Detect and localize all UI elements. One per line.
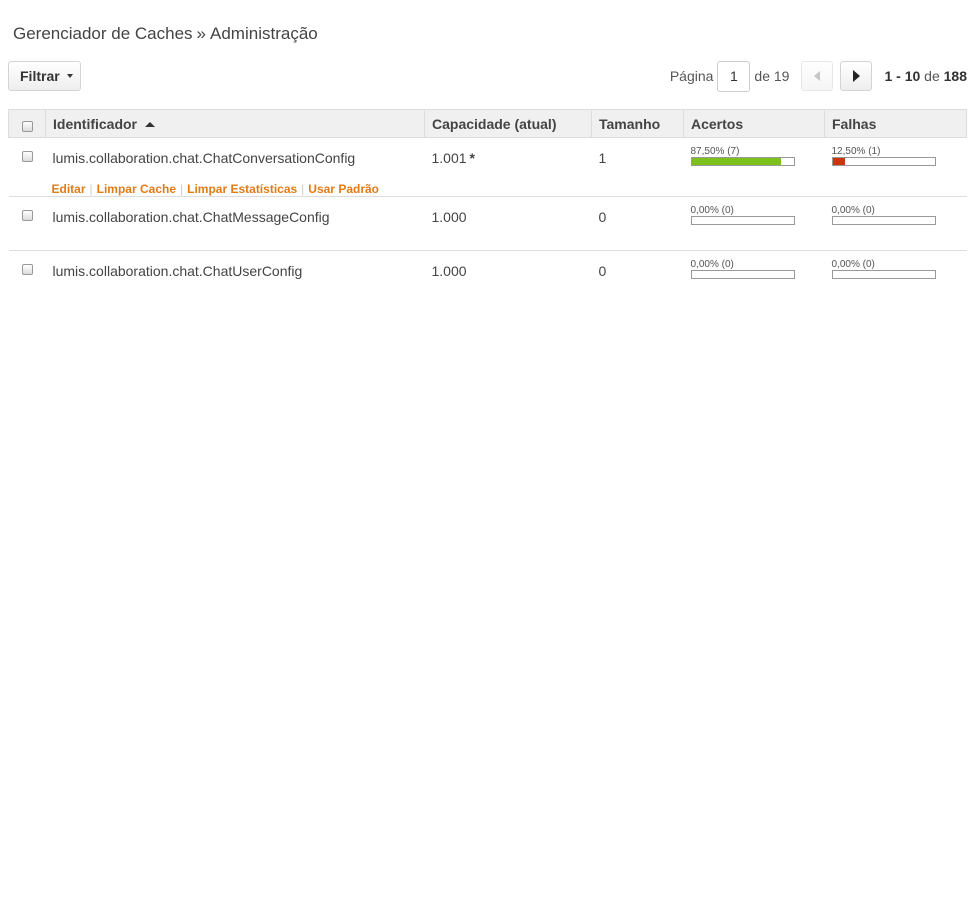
filter-label: Filtrar	[20, 68, 60, 84]
column-header-size[interactable]: Tamanho	[591, 109, 684, 138]
row-checkbox[interactable]	[21, 210, 33, 221]
caret-down-icon	[66, 74, 73, 78]
header-label: Identificador	[53, 115, 138, 132]
header-label: Falhas	[832, 115, 877, 132]
column-header-hits[interactable]: Acertos	[683, 109, 825, 138]
hits-meter	[690, 157, 795, 166]
size-value: 0	[598, 263, 607, 279]
capacity-value: 1.000	[431, 263, 467, 279]
table-row: lumis.collaboration.chat.ChatConversatio…	[8, 137, 967, 197]
capacity-flag: *	[469, 150, 475, 166]
size-value: 0	[598, 209, 607, 225]
breadcrumb: Gerenciador de Caches» Administração	[13, 24, 318, 44]
result-range: 1 - 10 de 188	[884, 68, 967, 84]
range-value: 1 - 10	[884, 68, 921, 84]
use-default-link[interactable]: Usar Padrão	[308, 182, 379, 196]
page-number-input[interactable]	[717, 60, 751, 92]
capacity-value: 1.001	[431, 150, 467, 166]
hits-meter	[690, 270, 795, 279]
hits-meter	[690, 216, 795, 225]
header-label: Capacidade (atual)	[432, 115, 557, 132]
capacity-cell: 1.001 *	[424, 137, 592, 197]
misses-cell: 12,50% (1)	[824, 137, 967, 197]
pagination: Página de 19 1 - 10 de 188	[670, 60, 967, 92]
page-label: Página	[669, 68, 714, 84]
row-checkbox[interactable]	[21, 151, 33, 162]
clear-cache-link[interactable]: Limpar Cache	[97, 182, 176, 196]
row-select-cell	[8, 137, 46, 197]
row-select-cell	[8, 196, 46, 251]
misses-cell: 0,00% (0)	[825, 251, 967, 305]
breadcrumb-current: Administração	[210, 24, 318, 43]
misses-cell: 0,00% (0)	[824, 196, 967, 251]
size-cell: 0	[591, 196, 684, 251]
table-header-row: Identificador Capacidade (atual) Tamanho…	[8, 109, 967, 138]
column-header-identifier[interactable]: Identificador	[45, 109, 425, 138]
chevron-right-icon	[852, 70, 860, 82]
table-row: lumis.collaboration.chat.ChatMessageConf…	[8, 196, 967, 251]
select-all-checkbox[interactable]	[21, 120, 33, 132]
select-all-header	[8, 109, 46, 138]
range-of-label: de	[924, 68, 940, 84]
capacity-value: 1.000	[431, 209, 467, 225]
divider: |	[180, 182, 184, 196]
range-total: 188	[943, 68, 967, 84]
row-select-cell	[9, 251, 46, 305]
divider: |	[89, 182, 93, 196]
size-cell: 0	[592, 251, 684, 305]
capacity-cell: 1.000	[425, 251, 592, 305]
misses-text: 12,50% (1)	[831, 146, 881, 157]
cache-identifier[interactable]: lumis.collaboration.chat.ChatMessageConf…	[53, 209, 418, 225]
misses-text: 0,00% (0)	[831, 205, 875, 216]
cache-table: Identificador Capacidade (atual) Tamanho…	[8, 109, 967, 305]
misses-meter-fill	[832, 158, 846, 165]
identifier-cell: lumis.collaboration.chat.ChatUserConfig	[46, 251, 425, 305]
clear-statistics-link[interactable]: Limpar Estatísticas	[187, 182, 297, 196]
prev-page-button[interactable]	[801, 61, 834, 91]
misses-meter	[831, 270, 936, 279]
breadcrumb-separator: »	[196, 24, 207, 43]
size-value: 1	[598, 150, 607, 166]
header-label: Tamanho	[599, 115, 661, 132]
edit-link[interactable]: Editar	[52, 182, 86, 196]
chevron-left-icon	[814, 71, 821, 81]
breadcrumb-root[interactable]: Gerenciador de Caches	[13, 24, 193, 43]
hits-cell: 87,50% (7)	[683, 137, 825, 197]
row-actions: Editar | Limpar Cache | Limpar Estatísticas |…	[52, 182, 418, 196]
hits-text: 87,50% (7)	[690, 146, 740, 157]
sort-ascending-icon	[145, 122, 156, 128]
column-header-capacity[interactable]: Capacidade (atual)	[424, 109, 592, 138]
cache-identifier[interactable]: lumis.collaboration.chat.ChatUserConfig	[53, 263, 418, 279]
divider: |	[301, 182, 305, 196]
identifier-cell: lumis.collaboration.chat.ChatMessageConf…	[45, 196, 425, 251]
table-row: lumis.collaboration.chat.ChatUserConfig …	[9, 251, 967, 305]
misses-meter	[831, 216, 936, 225]
page-count: de 19	[754, 68, 790, 84]
capacity-cell: 1.000	[424, 196, 592, 251]
row-checkbox[interactable]	[21, 264, 33, 275]
hits-cell: 0,00% (0)	[683, 196, 825, 251]
column-header-misses[interactable]: Falhas	[824, 109, 967, 138]
filter-button[interactable]: Filtrar	[8, 61, 81, 91]
hits-meter-fill	[691, 158, 781, 165]
cache-identifier[interactable]: lumis.collaboration.chat.ChatConversatio…	[53, 150, 418, 166]
hits-text: 0,00% (0)	[690, 259, 734, 270]
misses-text: 0,00% (0)	[831, 259, 875, 270]
hits-text: 0,00% (0)	[690, 205, 734, 216]
hits-cell: 0,00% (0)	[684, 251, 825, 305]
identifier-cell: lumis.collaboration.chat.ChatConversatio…	[45, 137, 425, 197]
next-page-button[interactable]	[840, 61, 873, 91]
header-label: Acertos	[691, 115, 744, 132]
size-cell: 1	[591, 137, 684, 197]
misses-meter	[831, 157, 936, 166]
